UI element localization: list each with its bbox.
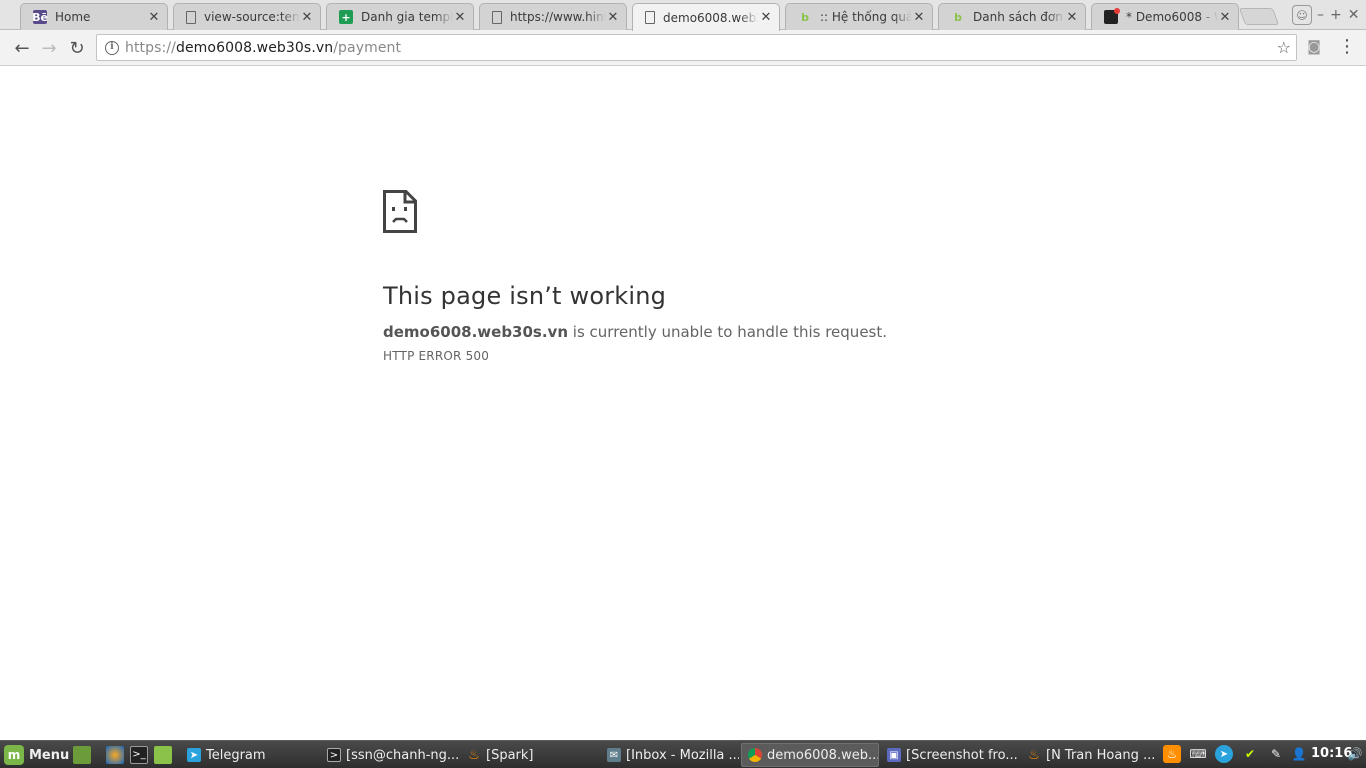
task-label: Telegram [206, 747, 266, 763]
task-terminal[interactable]: > [ssn@chanh-ng... [321, 743, 459, 767]
tab-title: https://www.hinh [510, 10, 606, 24]
task-telegram[interactable]: ➤ Telegram [181, 743, 319, 767]
star-icon[interactable]: ☆ [1277, 38, 1291, 57]
b-icon: b [954, 10, 962, 24]
volume-icon[interactable]: 🔊 [1346, 745, 1364, 763]
spark-icon: ♨ [468, 747, 480, 763]
url-text[interactable]: https://demo6008.web30s.vn/payment [125, 40, 401, 56]
close-icon[interactable]: ✕ [912, 10, 926, 25]
network-icon[interactable]: ✔ [1241, 745, 1259, 763]
folder-icon[interactable] [154, 746, 172, 764]
sad-page-icon [383, 190, 417, 233]
error-host: demo6008.web30s.vn [383, 323, 569, 341]
url-path: /payment [333, 39, 402, 56]
task-label: [Screenshot fro... [906, 747, 1018, 763]
url-host: demo6008.web30s.vn [175, 39, 334, 56]
page-icon [645, 11, 655, 24]
maximize-icon[interactable]: + [1330, 7, 1342, 23]
back-icon[interactable]: ← [11, 37, 33, 59]
camera-icon[interactable]: ◙ [1305, 39, 1323, 55]
task-thunderbird[interactable]: ✉ [Inbox - Mozilla ... [601, 743, 739, 767]
mint-logo-icon: m [4, 745, 24, 765]
task-label: [Spark] [486, 747, 534, 763]
spark-tray-icon[interactable]: ♨ [1163, 745, 1181, 763]
close-icon[interactable]: ✕ [300, 10, 314, 25]
task-label: [Inbox - Mozilla ... [626, 747, 739, 763]
url-scheme: https:// [125, 39, 176, 56]
forward-icon[interactable]: → [38, 37, 60, 59]
page-icon [492, 10, 502, 24]
taskbar: m Menu >_ ➤ Telegram > [ssn@chanh-ng... … [0, 740, 1366, 768]
info-icon[interactable]: i [105, 40, 119, 55]
new-tab-button[interactable] [1238, 8, 1280, 25]
address-bar[interactable]: i https://demo6008.web30s.vn/payment ☆ [96, 34, 1297, 61]
tab-view-source[interactable]: view-source:templ ✕ [173, 3, 321, 30]
browser-toolbar: ← → ↻ i https://demo6008.web30s.vn/payme… [0, 30, 1366, 66]
close-icon[interactable]: ✕ [147, 10, 161, 25]
task-label: [ssn@chanh-ng... [346, 747, 459, 763]
close-icon[interactable]: ✕ [606, 10, 620, 25]
tab-hinh[interactable]: https://www.hinh ✕ [479, 3, 627, 30]
pen-icon[interactable]: ✎ [1267, 745, 1285, 763]
tab-demo6008[interactable]: demo6008.web30 ✕ [632, 3, 780, 31]
task-spark-chat[interactable]: ♨ [N Tran Hoang ... [1021, 743, 1159, 767]
tab-title: demo6008.web30 [663, 10, 759, 25]
firefox-icon[interactable] [106, 746, 124, 764]
sheets-icon: + [339, 10, 353, 24]
error-message-text: is currently unable to handle this reque… [568, 323, 888, 341]
menu-label: Menu [29, 747, 70, 763]
spark-icon: ♨ [1028, 747, 1040, 763]
window-controls: – + ✕ [1317, 5, 1359, 25]
tab-title: Home [55, 10, 91, 24]
b-icon: b [801, 10, 809, 24]
task-chrome[interactable]: demo6008.web... [741, 743, 879, 767]
tab-danh-sach[interactable]: b Danh sách đơn h ✕ [938, 3, 1086, 30]
start-menu-button[interactable]: m Menu [4, 744, 69, 766]
close-icon[interactable]: ✕ [1218, 10, 1232, 25]
error-code: HTTP ERROR 500 [383, 349, 490, 363]
telegram-icon: ➤ [187, 748, 201, 762]
tab-home[interactable]: Bē Home ✕ [20, 3, 168, 30]
page-icon [186, 10, 196, 24]
error-page: This page isn’t working demo6008.web30s.… [383, 190, 1023, 363]
task-label: [N Tran Hoang ... [1046, 747, 1156, 763]
close-icon[interactable]: ✕ [453, 10, 467, 25]
error-title: This page isn’t working [383, 282, 667, 310]
tab-title: view-source:templ [204, 10, 300, 24]
close-icon[interactable]: ✕ [759, 10, 773, 25]
tab-title: * Demo6008 - W [1126, 10, 1218, 24]
task-label: demo6008.web... [767, 747, 879, 763]
image-viewer-icon: ▣ [887, 748, 901, 762]
behance-icon: Bē [32, 10, 48, 24]
wp-icon [1104, 8, 1120, 24]
terminal-icon: > [327, 748, 341, 762]
close-window-icon[interactable]: ✕ [1348, 7, 1360, 23]
tab-title: Danh sách đơn h [973, 10, 1065, 24]
close-icon[interactable]: ✕ [1065, 10, 1079, 25]
keyboard-icon[interactable]: ⌨ [1189, 745, 1207, 763]
terminal-icon[interactable]: >_ [130, 746, 148, 764]
error-message: demo6008.web30s.vn is currently unable t… [383, 323, 1023, 341]
show-desktop-icon[interactable] [73, 746, 91, 764]
thunderbird-icon: ✉ [607, 748, 621, 762]
tab-strip: Bē Home ✕ view-source:templ ✕ + Danh gia… [0, 0, 1366, 31]
chrome-icon [748, 748, 762, 762]
minimize-icon[interactable]: – [1317, 7, 1324, 23]
user-icon[interactable]: 👤 [1290, 745, 1308, 763]
tab-demo6008-wp[interactable]: * Demo6008 - W ✕ [1091, 3, 1239, 30]
telegram-tray-icon[interactable]: ➤ [1215, 745, 1233, 763]
profile-icon[interactable]: ☺ [1292, 5, 1312, 25]
task-spark[interactable]: ♨ [Spark] [461, 743, 599, 767]
task-screenshot[interactable]: ▣ [Screenshot fro... [881, 743, 1019, 767]
tab-title: Danh gia templat [361, 10, 453, 24]
reload-icon[interactable]: ↻ [66, 37, 88, 59]
tab-he-thong[interactable]: b :: Hệ thống quản ✕ [785, 3, 933, 30]
tab-danh-gia[interactable]: + Danh gia templat ✕ [326, 3, 474, 30]
tab-title: :: Hệ thống quản [820, 10, 912, 24]
menu-icon[interactable]: ⋮ [1338, 38, 1356, 58]
